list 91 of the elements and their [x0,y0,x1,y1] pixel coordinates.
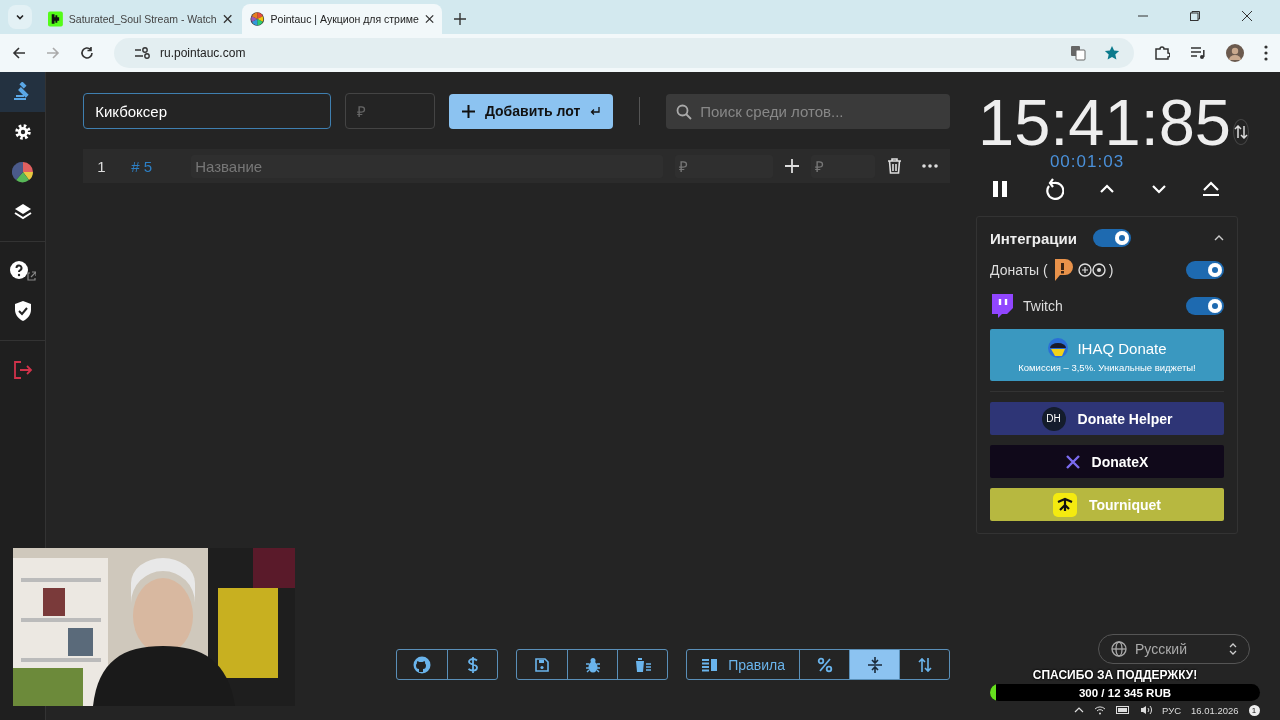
rules-icon [701,657,719,672]
enter-key-icon [590,106,601,116]
gamepad-logo-icon [1077,263,1106,277]
search-icon [676,103,693,120]
donate-helper-logo: DH [1041,406,1066,431]
plus-icon [461,104,475,118]
amount-field[interactable]: ₽ [345,93,436,129]
promo-title: IHAQ Donate [1077,339,1167,357]
eject-up-icon[interactable] [1202,181,1220,197]
browser-tab[interactable]: Saturated_Soul Stream - Watch [40,4,240,34]
tab-list-button[interactable] [8,5,32,29]
tray-chevron-icon[interactable] [1074,707,1084,713]
donatex-button[interactable]: DonateX [990,445,1224,478]
toggle-switch[interactable] [1186,261,1224,279]
wheel-favicon-icon [250,11,265,27]
search-field[interactable]: Поиск среди лотов... [666,93,950,129]
panel-title: Интеграции [990,229,1077,247]
donate-helper-button[interactable]: DH Donate Helper [990,402,1224,435]
restore-icon[interactable] [1190,11,1200,21]
integration-label: ) [1108,262,1114,278]
promo-subtitle: Комиссия – 3,5%. Уникальные виджеты! [1018,362,1196,373]
media-queue-icon[interactable] [1190,45,1206,61]
url-text: ru.pointauc.com [160,46,246,60]
wifi-icon[interactable] [1094,705,1106,715]
extensions-icon[interactable] [1154,45,1170,61]
pie-chart-icon [11,161,34,183]
settings-icon [13,123,32,141]
integration-label: Twitch [1023,298,1063,314]
tourniquet-logo-icon [1052,492,1077,517]
ihaq-logo-icon [1047,337,1070,359]
logout-icon [12,361,33,379]
browser-tab[interactable]: Pointauc | Аукцион для стриме [242,4,442,34]
profile-avatar-icon[interactable] [1226,44,1244,62]
reset-icon[interactable] [1043,178,1064,200]
toggle-switch[interactable] [1186,297,1224,315]
toggle-switch[interactable] [1092,229,1131,247]
new-tab-icon[interactable] [454,13,466,25]
battery-icon[interactable] [1116,706,1130,714]
address-bar[interactable]: ru.pointauc.com [114,38,1134,68]
swap-icon [1234,125,1249,139]
goal-amount: 300 / 12 345 RUB [1078,686,1172,699]
reload-icon[interactable] [80,46,94,60]
clear-list-icon [633,656,652,673]
pause-icon[interactable] [992,180,1008,198]
lot-name-field[interactable]: Название [191,154,663,178]
toolbar-button[interactable]: Правила [687,650,799,679]
compress-icon [866,655,883,674]
lot-name-field[interactable]: Кикбоксер [83,93,332,129]
github-icon [413,655,432,674]
promo-title: DonateX [1091,453,1149,470]
site-settings-icon[interactable] [134,46,150,60]
shield-check-icon [13,301,32,321]
lot-amount-field[interactable]: ₽ [675,154,773,178]
browser-menu-icon[interactable] [1264,45,1268,61]
close-window-icon[interactable] [1242,11,1252,21]
chevron-up-icon[interactable] [1099,184,1115,194]
save-icon [535,657,550,672]
chevron-down-icon[interactable] [1150,184,1167,194]
x-logo-icon [1065,454,1080,469]
lot-index: 1 [97,157,107,175]
bookmark-star-icon[interactable] [1104,45,1120,61]
more-icon[interactable] [922,164,938,168]
toolbar-button[interactable] [849,650,899,679]
input-language[interactable]: РУС [1162,704,1182,716]
select-caret-icon [1229,643,1237,655]
sort-icon [917,656,932,673]
integration-label: Донаты ( [990,262,1048,278]
volume-icon[interactable] [1140,705,1152,715]
delete-icon[interactable] [887,158,902,174]
lot-id: # 5 [131,157,153,175]
promo-title: Donate Helper [1077,410,1173,427]
add-lot-button[interactable]: Добавить лот [449,93,614,129]
bug-icon [584,656,601,673]
close-tab-icon[interactable] [424,14,434,24]
collapse-icon[interactable] [1214,235,1224,241]
promo-title: Tourniquet [1088,496,1162,513]
taskbar-date: 16.01.2026 [1191,704,1239,716]
add-amount-icon[interactable] [785,159,799,173]
close-tab-icon[interactable] [222,14,232,24]
dollar-icon [466,655,479,674]
notification-badge[interactable]: 1 [1248,704,1260,716]
back-icon[interactable] [12,46,26,60]
percent-icon [816,656,833,673]
tab-favicon-icon [48,11,63,27]
help-icon [9,261,36,281]
translate-icon[interactable] [1070,45,1086,61]
add-amount-field[interactable]: ₽ [811,154,875,178]
twitch-logo-icon [990,293,1014,319]
globe-icon [1111,641,1127,657]
layers-icon [13,203,32,221]
goal-title: СПАСИБО ЗА ПОДДЕРЖКУ! [1032,668,1198,682]
